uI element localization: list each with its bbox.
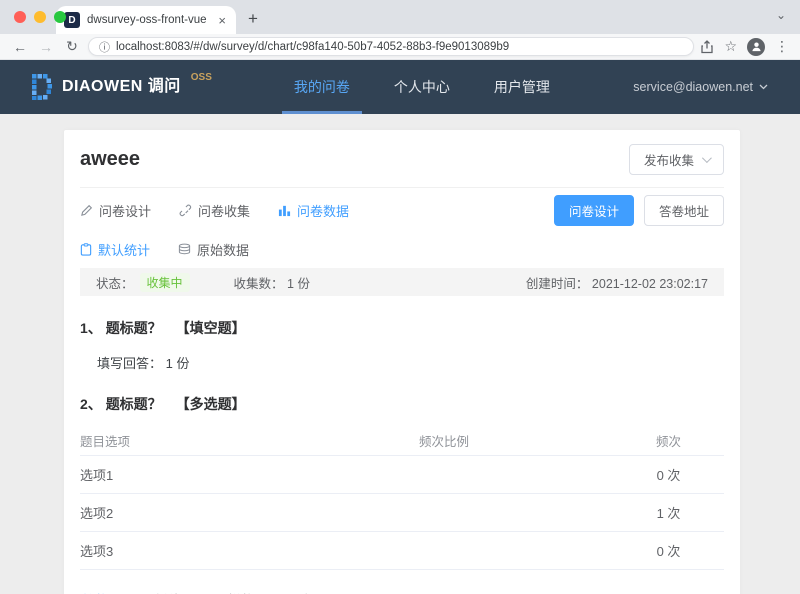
nav-user-management[interactable]: 用户管理 bbox=[472, 60, 572, 114]
window-controls[interactable] bbox=[14, 11, 66, 23]
status-badge: 收集中 bbox=[139, 272, 190, 292]
column-option: 题目选项 bbox=[80, 435, 131, 449]
pencil-icon bbox=[81, 204, 93, 216]
main-nav: 我的问卷 个人中心 用户管理 bbox=[272, 60, 572, 114]
tab-survey-design[interactable]: 问卷设计 bbox=[80, 201, 151, 220]
clipboard-icon bbox=[80, 242, 92, 256]
tab-search-chevron-icon[interactable]: ⌄ bbox=[776, 8, 786, 22]
subtab-default-stats[interactable]: 默认统计 bbox=[80, 240, 150, 259]
created-time-label: 创建时间： bbox=[525, 276, 589, 291]
close-window-button[interactable] bbox=[14, 11, 26, 23]
site-info-icon[interactable]: ⓘ bbox=[99, 39, 110, 55]
tab-survey-collect[interactable]: 问卷收集 bbox=[179, 201, 250, 220]
tab-title: dwsurvey-oss-front-vue bbox=[87, 14, 207, 26]
table-header: 题目选项 频次比例 频次 bbox=[80, 426, 724, 456]
browser-tabstrip: D dwsurvey-oss-front-vue × + ⌄ bbox=[0, 0, 800, 34]
tab-close-icon[interactable]: × bbox=[216, 13, 228, 28]
status-label: 状态： bbox=[96, 276, 134, 291]
question1-answer-count: 填写回答： 1 份 bbox=[97, 356, 190, 371]
favicon: D bbox=[64, 12, 80, 28]
collect-count-label: 收集数： bbox=[233, 276, 284, 291]
minimize-window-button[interactable] bbox=[34, 11, 46, 23]
nav-my-surveys[interactable]: 我的问卷 bbox=[272, 60, 372, 114]
app-header: DIAOWEN 调问 OSS 我的问卷 个人中心 用户管理 service@di… bbox=[0, 60, 800, 114]
reload-icon[interactable]: ↻ bbox=[62, 38, 82, 55]
brand-logo[interactable]: DIAOWEN 调问 OSS bbox=[32, 72, 212, 100]
tab-line-chart[interactable]: 拆线图 bbox=[153, 584, 196, 594]
url-text[interactable]: localhost:8083/#/dw/survey/d/chart/c98fa… bbox=[116, 41, 509, 53]
account-menu[interactable]: service@diaowen.net bbox=[633, 80, 768, 94]
address-bar[interactable]: ⓘ localhost:8083/#/dw/survey/d/chart/c98… bbox=[88, 37, 695, 56]
browser-menu-icon[interactable]: ⋮ bbox=[775, 38, 790, 55]
tab-survey-data[interactable]: 问卷数据 bbox=[278, 201, 349, 220]
data-subtabs: 默认统计 原始数据 bbox=[80, 232, 724, 266]
function-tabs: 问卷设计 问卷收集 问卷数据 问卷设计 答卷地址 bbox=[80, 188, 724, 232]
nav-personal-center[interactable]: 个人中心 bbox=[372, 60, 472, 114]
diaowen-logo-icon bbox=[32, 74, 52, 100]
table-row: 选项3 0.00% 0 次 bbox=[80, 532, 724, 570]
share-icon[interactable] bbox=[700, 39, 714, 54]
bookmark-star-icon[interactable]: ☆ bbox=[724, 38, 737, 55]
database-icon bbox=[178, 243, 191, 255]
fullscreen-window-button[interactable] bbox=[54, 11, 66, 23]
question1-title: 1、 题标题？ 【填空题】 bbox=[80, 320, 246, 336]
table-row: 选项1 0.00% 0 次 bbox=[80, 456, 724, 494]
column-frequency-ratio: 频次比例 bbox=[419, 435, 470, 449]
account-email: service@diaowen.net bbox=[633, 80, 753, 94]
table-row: 选项2 100.00% 1 次 bbox=[80, 494, 724, 532]
column-frequency: 频次 bbox=[655, 435, 681, 449]
status-bar: 状态： 收集中 收集数： 1 份 创建时间： 2021-12-02 23:02:… bbox=[80, 268, 724, 296]
page-body: aweee 发布收集 问卷设计 问卷收集 问卷数据 问卷设计 答卷地址 默认统计… bbox=[0, 114, 800, 594]
link-icon bbox=[179, 204, 192, 216]
new-tab-button[interactable]: + bbox=[248, 9, 258, 29]
created-time-value: 2021-12-02 23:02:17 bbox=[591, 276, 708, 291]
survey-card: aweee 发布收集 问卷设计 问卷收集 问卷数据 问卷设计 答卷地址 默认统计… bbox=[64, 130, 740, 594]
browser-toolbar: ← → ↻ ⓘ localhost:8083/#/dw/survey/d/cha… bbox=[0, 34, 800, 60]
survey-design-button[interactable]: 问卷设计 bbox=[553, 194, 634, 226]
oss-badge: OSS bbox=[190, 72, 212, 83]
tab-pie-chart[interactable]: 拼状图 bbox=[226, 584, 269, 594]
chart-type-tabs: 柱状图 拆线图 拼状图 条形图 bbox=[80, 584, 724, 594]
publish-collect-dropdown[interactable]: 发布收集 bbox=[628, 144, 724, 175]
collect-count-value: 1 份 bbox=[287, 276, 310, 291]
brand-name: DIAOWEN 调问 bbox=[62, 78, 181, 95]
tab-bar-chart[interactable]: 条形图 bbox=[299, 584, 342, 594]
question2-title: 2、 题标题？ 【多选题】 bbox=[80, 396, 246, 412]
chevron-down-icon bbox=[701, 153, 712, 164]
bar-chart-icon bbox=[278, 205, 291, 216]
answer-url-button[interactable]: 答卷地址 bbox=[643, 194, 724, 226]
browser-tab[interactable]: D dwsurvey-oss-front-vue × bbox=[56, 6, 236, 34]
forward-icon[interactable]: → bbox=[36, 39, 56, 55]
subtab-raw-data[interactable]: 原始数据 bbox=[178, 240, 249, 259]
tab-column-chart[interactable]: 柱状图 bbox=[80, 584, 123, 594]
survey-title: aweee bbox=[80, 148, 141, 170]
profile-avatar[interactable] bbox=[747, 37, 765, 56]
option-stats-table: 题目选项 频次比例 频次 选项1 0.00% 0 次 选项2 100.00% 1… bbox=[80, 426, 724, 570]
back-icon[interactable]: ← bbox=[10, 39, 30, 55]
chevron-down-icon bbox=[759, 84, 768, 90]
